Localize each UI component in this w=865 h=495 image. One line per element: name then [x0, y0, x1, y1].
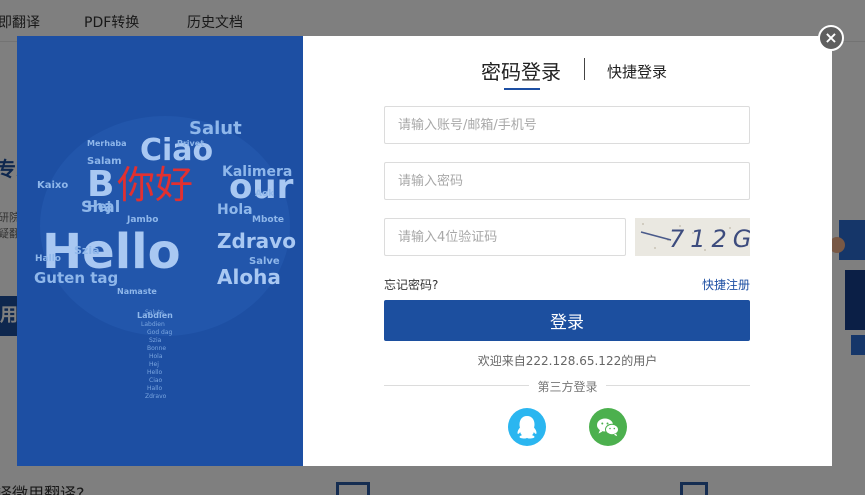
svg-text:Zdravo: Zdravo	[145, 393, 167, 400]
svg-text:Hola: Hola	[149, 353, 163, 360]
captcha-image[interactable]: 712G	[635, 218, 750, 256]
hello-word-cloud: Hello 你好 B our Ciao Salut Zdravo Aloha G…	[17, 36, 303, 466]
active-tab-indicator	[504, 88, 540, 90]
word-salut: Salut	[189, 118, 242, 139]
svg-text:Labdien: Labdien	[141, 321, 165, 328]
wechat-icon	[597, 418, 619, 437]
word-aloha: Aloha	[217, 265, 281, 289]
close-button[interactable]: ×	[818, 25, 844, 51]
svg-text:Bonne: Bonne	[147, 345, 166, 352]
captcha-graphic: 712G	[635, 218, 750, 256]
login-tabs: 密码登录 快捷登录	[303, 54, 832, 94]
word-hola: Hola	[217, 202, 253, 218]
word-hallo: Hallo	[35, 254, 61, 264]
word-salve: Salve	[249, 256, 280, 267]
welcome-message: 欢迎来自222.128.65.122的用户	[477, 354, 658, 368]
word-salam: Salam	[87, 156, 122, 167]
qq-icon	[517, 416, 537, 439]
account-input[interactable]	[384, 106, 750, 144]
login-modal: Hello 你好 B our Ciao Salut Zdravo Aloha G…	[17, 36, 832, 466]
word-namaste: Namaste	[117, 287, 157, 296]
captcha-text: 712G	[669, 225, 750, 253]
word-privet: Privet	[177, 139, 204, 148]
quick-register-link[interactable]: 快捷注册	[702, 276, 750, 293]
word-guten-tag: Guten tag	[34, 269, 118, 287]
svg-text:Hello: Hello	[147, 369, 163, 376]
svg-text:God dag: God dag	[147, 329, 173, 336]
svg-text:Szia: Szia	[149, 337, 162, 344]
word-jambo: Jambo	[126, 215, 158, 225]
word-zdravo: Zdravo	[217, 229, 296, 253]
forgot-password-link[interactable]: 忘记密码?	[384, 276, 438, 293]
word-szia: Szia	[74, 244, 100, 257]
tab-divider	[584, 58, 585, 80]
third-party-label-wrap: 第三方登录	[303, 378, 832, 395]
third-party-label: 第三方登录	[529, 380, 606, 394]
login-form: 密码登录 快捷登录 712G 忘记密码? 快捷注册 登录 欢迎来自222.1	[303, 36, 832, 466]
word-kalimera: Kalimera	[222, 164, 292, 180]
login-button[interactable]: 登录	[384, 300, 750, 341]
word-nihao: 你好	[117, 163, 193, 207]
wechat-login-button[interactable]	[589, 408, 627, 446]
word-cloud-illustration: Hello 你好 B our Ciao Salut Zdravo Aloha G…	[17, 36, 303, 466]
word-shalom: Shal	[81, 197, 120, 216]
word-merhaba: Merhaba	[87, 139, 127, 148]
tab-password-login[interactable]: 密码登录	[481, 56, 561, 85]
svg-text:Salute: Salute	[145, 309, 164, 316]
password-input[interactable]	[384, 162, 750, 200]
tab-quick-login[interactable]: 快捷登录	[607, 61, 667, 82]
word-mbote: Mbote	[252, 215, 284, 225]
word-kaixo: Kaixo	[37, 180, 68, 191]
qq-login-button[interactable]	[508, 408, 546, 446]
svg-text:Hej: Hej	[149, 361, 159, 368]
svg-text:Hallo: Hallo	[147, 385, 163, 392]
word-aok: Aok	[255, 189, 275, 199]
captcha-input[interactable]	[384, 218, 626, 256]
svg-text:Ciao: Ciao	[149, 377, 163, 384]
